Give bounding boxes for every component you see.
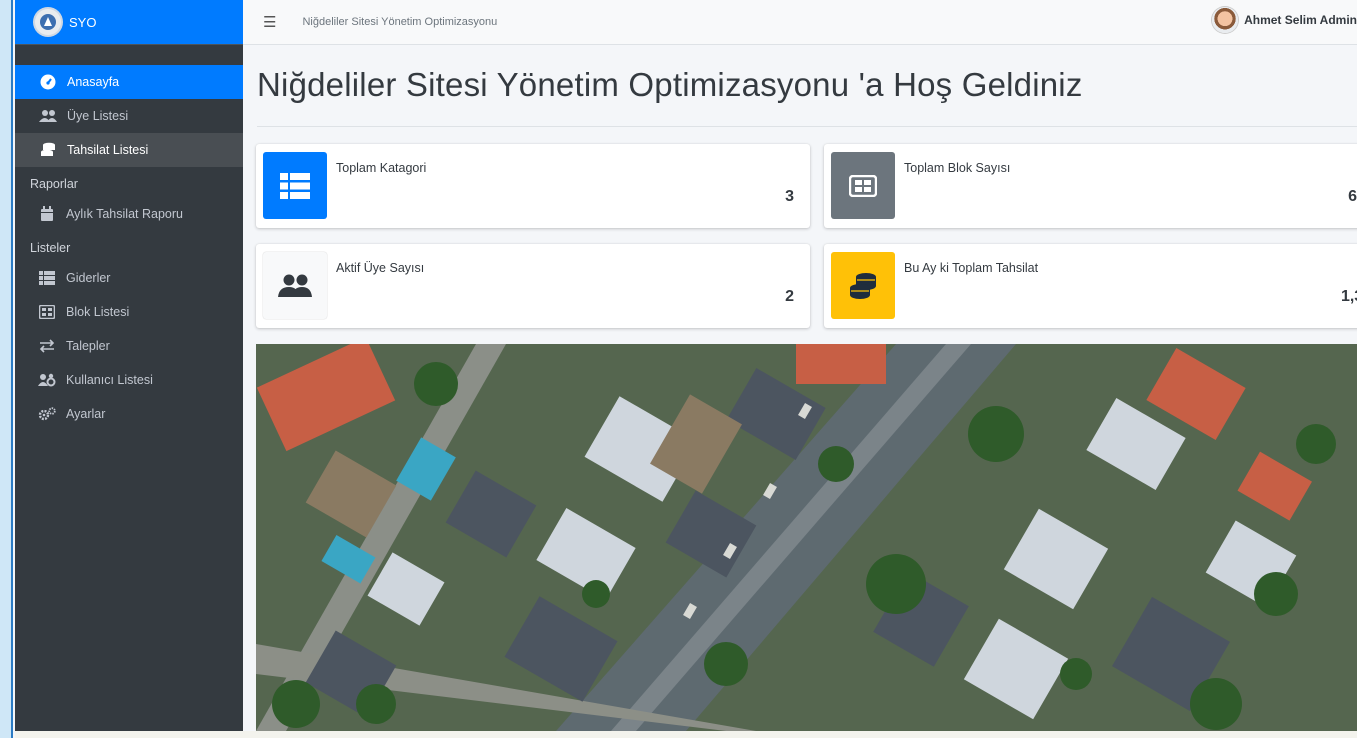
blocks-icon <box>831 152 895 219</box>
users-icon <box>263 252 327 319</box>
users-cog-icon <box>38 372 56 388</box>
sidebar-item-blok-listesi[interactable]: Blok Listesi <box>15 295 243 329</box>
page-title: Niğdeliler Sitesi Yönetim Optimizasyonu … <box>257 66 1083 103</box>
sidebar-item-anasayfa[interactable]: Anasayfa <box>15 65 243 99</box>
calendar-icon <box>38 206 56 222</box>
user-name: Ahmet Selim Admin <box>1244 13 1357 27</box>
grid-icon <box>38 304 56 320</box>
info-box-aktif-uye-sayisi: Aktif Üye Sayısı 2 <box>256 244 810 328</box>
info-box-value: 2 <box>785 288 794 305</box>
footer-strip <box>15 731 1357 738</box>
info-box-label: Aktif Üye Sayısı <box>336 261 425 275</box>
info-box-toplam-katagori: Toplam Katagori 3 <box>256 144 810 228</box>
sidebar-item-label: Kullanıcı Listesi <box>66 373 153 387</box>
avatar <box>1212 7 1239 33</box>
sidebar-item-aylik-tahsilat-raporu[interactable]: Aylık Tahsilat Raporu <box>15 197 243 231</box>
brand-name: SYO <box>69 14 97 30</box>
neighborhood-aerial-image <box>256 344 1357 731</box>
brand-link[interactable]: SYO <box>15 0 243 45</box>
main-content: Niğdeliler Sitesi Yönetim Optimizasyonu … <box>243 44 1357 731</box>
info-box-label: Bu Ay ki Toplam Tahsilat <box>904 261 1039 275</box>
user-menu[interactable]: Ahmet Selim Admin <box>1212 7 1357 33</box>
sidebar-item-label: Tahsilat Listesi <box>67 143 149 157</box>
sidebar-item-label: Talepler <box>66 339 110 353</box>
exchange-icon <box>38 338 56 354</box>
cogs-icon <box>38 406 56 422</box>
sidebar-item-label: Üye Listesi <box>67 109 129 123</box>
brand-logo-icon <box>35 9 61 35</box>
info-box-value: 3 <box>785 188 794 205</box>
users-icon <box>39 108 57 124</box>
sidebar-item-ayarlar[interactable]: Ayarlar <box>15 397 243 431</box>
divider <box>257 126 1357 127</box>
sidebar-item-label: Anasayfa <box>67 75 120 89</box>
sidebar: SYO Anasayfa Üye Listesi Tahsilat Listes… <box>15 0 243 731</box>
dashboard-icon <box>39 74 57 90</box>
info-box-toplam-blok-sayisi: Toplam Blok Sayısı 6 <box>824 144 1357 228</box>
sidebar-item-uye-listesi[interactable]: Üye Listesi <box>15 99 243 133</box>
sidebar-item-label: Giderler <box>66 271 111 285</box>
sidebar-item-giderler[interactable]: Giderler <box>15 261 243 295</box>
table-list-icon <box>263 152 327 219</box>
menu-toggle-icon[interactable]: ☰ <box>263 13 276 31</box>
coins-icon <box>831 252 895 319</box>
breadcrumb[interactable]: Niğdeliler Sitesi Yönetim Optimizasyonu <box>302 16 497 28</box>
topbar: ☰ Niğdeliler Sitesi Yönetim Optimizasyon… <box>243 0 1357 45</box>
sidebar-item-label: Blok Listesi <box>66 305 130 319</box>
sidebar-item-label: Aylık Tahsilat Raporu <box>66 207 183 221</box>
window-frame-left <box>0 0 13 738</box>
sidebar-item-label: Ayarlar <box>66 407 106 421</box>
info-box-value: 1,300 <box>1340 288 1357 305</box>
info-box-label: Toplam Blok Sayısı <box>904 161 1011 175</box>
info-box-label: Toplam Katagori <box>336 161 427 175</box>
list-icon <box>38 270 56 286</box>
info-box-value: 6 <box>1348 188 1357 205</box>
nav-header-listeler: Listeler <box>30 241 71 255</box>
sidebar-item-talepler[interactable]: Talepler <box>15 329 243 363</box>
nav-header-raporlar: Raporlar <box>30 177 78 191</box>
sidebar-item-kullanici-listesi[interactable]: Kullanıcı Listesi <box>15 363 243 397</box>
info-box-bu-ay-toplam-tahsilat: Bu Ay ki Toplam Tahsilat 1,300 <box>824 244 1357 328</box>
sidebar-item-tahsilat-listesi[interactable]: Tahsilat Listesi <box>15 133 243 167</box>
coins-icon <box>39 142 57 158</box>
sidebar-nav: Anasayfa Üye Listesi Tahsilat Listesi Ra… <box>15 45 243 431</box>
